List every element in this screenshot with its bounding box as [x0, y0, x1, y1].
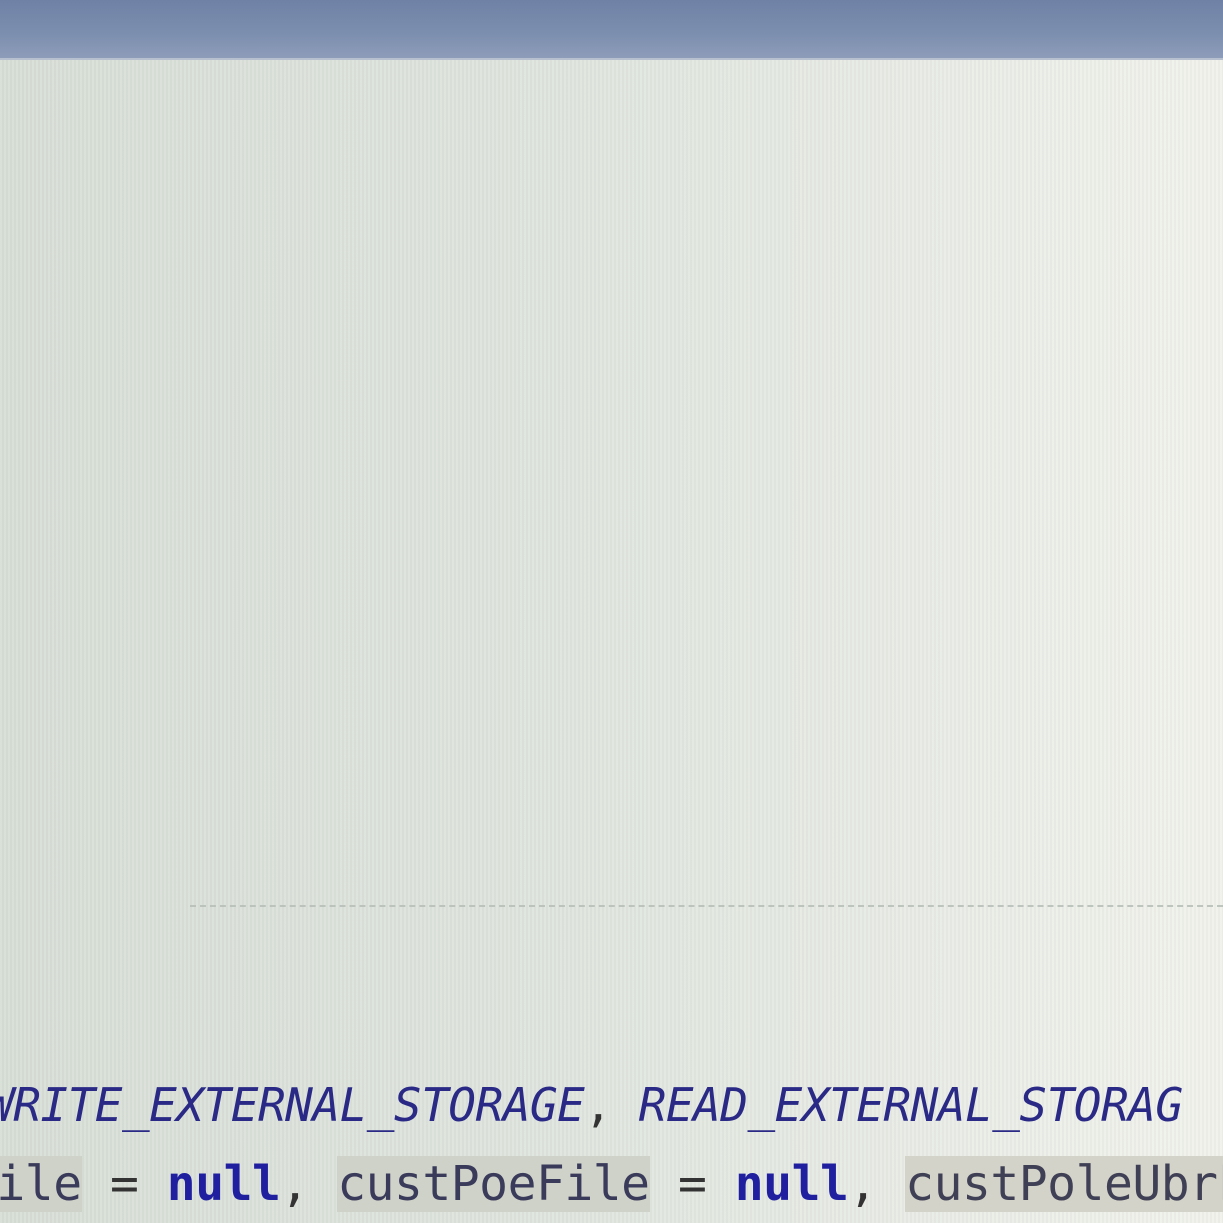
window-title-bar: [0, 0, 1223, 60]
assignment-operator: =: [649, 1156, 735, 1212]
code-editor[interactable]: [0, 60, 1223, 1223]
identifier-cust-poe-file: custPoeFile: [337, 1156, 650, 1212]
separator: ,: [584, 1078, 639, 1132]
assignment-operator: =: [81, 1156, 167, 1212]
editor-separator-line: [190, 905, 1223, 907]
code-line-permissions[interactable]: WRITE_EXTERNAL_STORAGE, READ_EXTERNAL_ST…: [0, 1082, 1183, 1128]
identifier-file: File: [0, 1156, 82, 1212]
constant-read-external-storage: READ_EXTERNAL_STORAG: [638, 1078, 1183, 1132]
identifier-cust-pole-ubr-file: custPoleUbrF: [905, 1156, 1223, 1212]
ide-screen: WRITE_EXTERNAL_STORAGE, READ_EXTERNAL_ST…: [0, 0, 1223, 1223]
code-line-file-declarations[interactable]: File = null, custPoeFile = null, custPol…: [0, 1156, 1223, 1212]
separator: ,: [848, 1156, 906, 1212]
constant-write-external-storage: WRITE_EXTERNAL_STORAGE: [0, 1078, 585, 1132]
separator: ,: [280, 1156, 338, 1212]
keyword-null: null: [734, 1156, 849, 1212]
keyword-null: null: [166, 1156, 281, 1212]
